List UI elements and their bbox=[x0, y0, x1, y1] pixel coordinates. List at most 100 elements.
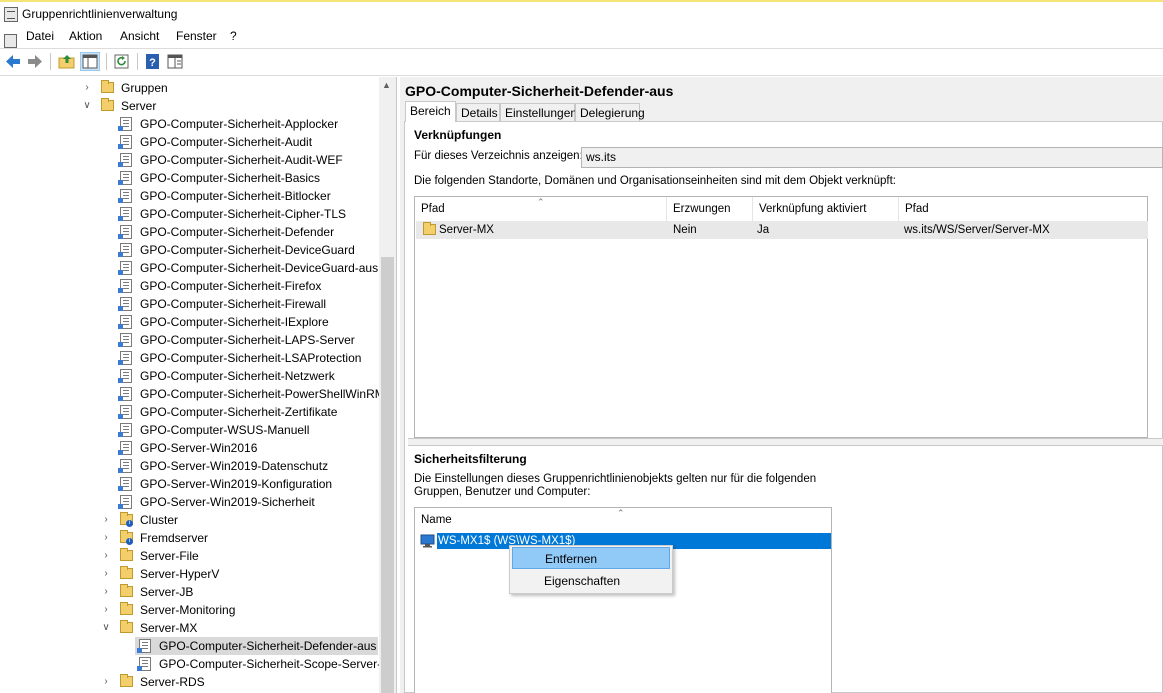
tree-item-gpo-link[interactable]: GPO-Computer-Sicherheit-IExplore bbox=[0, 313, 378, 331]
menu-fenster[interactable]: Fenster bbox=[176, 29, 217, 43]
tree-item-gpo-link[interactable]: GPO-Computer-Sicherheit-DeviceGuard bbox=[0, 241, 378, 259]
folder-up-icon[interactable] bbox=[58, 53, 76, 70]
tree-item-gruppen[interactable]: › Gruppen bbox=[0, 79, 378, 97]
tree-item-gpo-link[interactable]: GPO-Computer-Sicherheit-DeviceGuard-aus bbox=[0, 259, 378, 277]
gpo-link-icon bbox=[118, 369, 132, 383]
tree-item-server-mx[interactable]: ∨ Server-MX bbox=[0, 619, 378, 637]
column-header-pfad[interactable]: Pfad ⌃ bbox=[415, 197, 667, 221]
tree-item-gpo-link[interactable]: GPO-Computer-Sicherheit-Defender bbox=[0, 223, 378, 241]
ou-folder-icon bbox=[120, 674, 133, 687]
tree-item-server-rds[interactable]: › Server-RDS bbox=[0, 673, 378, 691]
ou-folder-icon bbox=[120, 584, 133, 597]
tree-item-gpo-link[interactable]: GPO-Computer-Sicherheit-Applocker bbox=[0, 115, 378, 133]
chevron-down-icon[interactable]: ∨ bbox=[102, 619, 110, 637]
tree-item-gpo-link[interactable]: GPO-Server-Win2019-Sicherheit bbox=[0, 493, 378, 511]
ou-folder-icon: i bbox=[120, 512, 133, 527]
chevron-right-icon[interactable]: › bbox=[102, 511, 110, 529]
link-path: Server-MX bbox=[439, 224, 494, 236]
tree-item-gpo-link[interactable]: GPO-Computer-Sicherheit-Defender-aus bbox=[135, 637, 378, 655]
properties-view-icon[interactable] bbox=[166, 53, 184, 70]
tree-item-label: GPO-Computer-Sicherheit-LSAProtection bbox=[140, 351, 362, 365]
tree-item-gpo-link[interactable]: GPO-Server-Win2016 bbox=[0, 439, 378, 457]
column-header-pfad-2[interactable]: Pfad bbox=[899, 197, 1147, 221]
gpo-link-icon bbox=[137, 657, 151, 671]
help-icon[interactable]: ? bbox=[144, 53, 162, 70]
scrollbar-thumb[interactable] bbox=[381, 257, 394, 693]
chevron-down-icon[interactable]: ∨ bbox=[83, 97, 91, 115]
tree-item-ou[interactable]: › Server-Monitoring bbox=[0, 601, 378, 619]
sort-asc-icon: ⌃ bbox=[617, 508, 625, 518]
tree-item-ou[interactable]: › i Cluster bbox=[0, 511, 378, 529]
tree-item-ou[interactable]: › Server-HyperV bbox=[0, 565, 378, 583]
menu-bar: Datei Aktion Ansicht Fenster ? bbox=[0, 26, 1163, 48]
chevron-right-icon[interactable]: › bbox=[83, 79, 91, 97]
links-listview[interactable]: Pfad ⌃ Erzwungen Verknüpfung aktiviert Pf… bbox=[414, 196, 1148, 438]
chevron-right-icon[interactable]: › bbox=[102, 529, 110, 547]
tree-item-gpo-link[interactable]: GPO-Computer-WSUS-Manuell bbox=[0, 421, 378, 439]
tab-delegierung[interactable]: Delegierung bbox=[575, 103, 645, 121]
location-field[interactable]: ws.its bbox=[581, 147, 1163, 168]
chevron-right-icon[interactable]: › bbox=[102, 547, 110, 565]
tree-item-ou[interactable]: › i Fremdserver bbox=[0, 529, 378, 547]
tree-item-gpo-link[interactable]: GPO-Computer-Sicherheit-LAPS-Server bbox=[0, 331, 378, 349]
tree-item-label: GPO-Computer-Sicherheit-Audit-WEF bbox=[140, 153, 343, 167]
tree-item-server[interactable]: ∨ Server bbox=[0, 97, 378, 115]
tree-item-gpo-link[interactable]: GPO-Computer-Sicherheit-PowerShellWinRM bbox=[0, 385, 385, 403]
tree-item-label: GPO-Computer-Sicherheit-IExplore bbox=[140, 315, 329, 329]
column-header-verknuepfung-aktiviert[interactable]: Verknüpfung aktiviert bbox=[753, 197, 899, 221]
tree-item-gpo-link[interactable]: GPO-Computer-Sicherheit-Audit-WEF bbox=[0, 151, 378, 169]
ou-folder-icon bbox=[120, 620, 133, 633]
tab-details[interactable]: Details bbox=[456, 103, 500, 121]
tree-item-gpo-link[interactable]: GPO-Server-Win2019-Konfiguration bbox=[0, 475, 378, 493]
tree-item-gpo-link[interactable]: GPO-Computer-Sicherheit-Netzwerk bbox=[0, 367, 378, 385]
tree-item-label: GPO-Computer-Sicherheit-Firewall bbox=[140, 297, 327, 311]
chevron-right-icon[interactable]: › bbox=[102, 565, 110, 583]
tree-item-gpo-link[interactable]: GPO-Computer-Sicherheit-LSAProtection bbox=[0, 349, 378, 367]
gpo-link-icon bbox=[118, 297, 132, 311]
menu-item-entfernen[interactable]: Entfernen bbox=[512, 547, 670, 569]
tree-item-label: GPO-Computer-Sicherheit-Firefox bbox=[140, 279, 322, 293]
chevron-right-icon[interactable]: › bbox=[102, 583, 110, 601]
table-row[interactable]: Server-MX Nein Ja ws.its/WS/Server/Serve… bbox=[416, 221, 1148, 239]
tree-item-label: Server bbox=[121, 99, 157, 113]
column-header-name[interactable]: Name ⌃ bbox=[415, 508, 831, 532]
tree-item-gpo-link[interactable]: GPO-Computer-Sicherheit-Scope-Server- bbox=[0, 655, 381, 673]
chevron-right-icon[interactable]: › bbox=[102, 673, 110, 691]
tree-item-label: GPO-Computer-Sicherheit-DeviceGuard-aus bbox=[140, 261, 379, 275]
column-header-erzwungen[interactable]: Erzwungen bbox=[667, 197, 753, 221]
ou-folder-icon bbox=[101, 80, 114, 93]
tree-vertical-scrollbar[interactable]: ▲ bbox=[379, 77, 396, 693]
gpo-link-icon bbox=[118, 333, 132, 347]
tree-item-gpo-link[interactable]: GPO-Computer-Sicherheit-Zertifikate bbox=[0, 403, 378, 421]
menu-item-eigenschaften[interactable]: Eigenschaften bbox=[512, 570, 670, 592]
gpo-link-icon bbox=[118, 441, 132, 455]
tree-item-label: GPO-Computer-Sicherheit-Zertifikate bbox=[140, 405, 338, 419]
tree-item-ou[interactable]: › Server-File bbox=[0, 547, 378, 565]
tree-item-gpo-link[interactable]: GPO-Computer-Sicherheit-Basics bbox=[0, 169, 378, 187]
back-arrow-icon[interactable] bbox=[4, 53, 22, 70]
menu-ansicht[interactable]: Ansicht bbox=[120, 29, 159, 43]
tree-item-gpo-link[interactable]: GPO-Server-Win2019-Datenschutz bbox=[0, 457, 378, 475]
tab-bereich[interactable]: Bereich bbox=[405, 101, 456, 122]
tree-item-label: Cluster bbox=[140, 513, 179, 527]
menu-aktion[interactable]: Aktion bbox=[69, 29, 102, 43]
tree-item-gpo-link[interactable]: GPO-Computer-Sicherheit-Audit bbox=[0, 133, 378, 151]
forward-arrow-icon[interactable] bbox=[26, 53, 44, 70]
tab-einstellungen[interactable]: Einstellungen bbox=[500, 103, 577, 121]
tree-item-gpo-link[interactable]: GPO-Computer-Sicherheit-Bitlocker bbox=[0, 187, 378, 205]
menu-datei[interactable]: Datei bbox=[26, 29, 54, 43]
tree-item-gpo-link[interactable]: GPO-Computer-Sicherheit-Firewall bbox=[0, 295, 378, 313]
tree-item-gpo-link[interactable]: GPO-Computer-Sicherheit-Firefox bbox=[0, 277, 378, 295]
gpo-link-icon bbox=[118, 207, 132, 221]
tree-item-ou[interactable]: › Server-JB bbox=[0, 583, 378, 601]
pane-splitter[interactable] bbox=[408, 438, 1163, 446]
system-menu-icon[interactable] bbox=[4, 34, 17, 48]
refresh-icon[interactable] bbox=[113, 53, 131, 70]
chevron-right-icon[interactable]: › bbox=[102, 601, 110, 619]
security-filter-listview[interactable]: Name ⌃ WS-MX1$ (WS\WS-MX1$) bbox=[414, 507, 832, 693]
scroll-up-arrow-icon[interactable]: ▲ bbox=[382, 80, 391, 90]
show-hide-tree-icon[interactable] bbox=[80, 52, 100, 71]
gpo-link-icon bbox=[118, 243, 132, 257]
menu-help[interactable]: ? bbox=[230, 29, 237, 43]
tree-item-gpo-link[interactable]: GPO-Computer-Sicherheit-Cipher-TLS bbox=[0, 205, 378, 223]
